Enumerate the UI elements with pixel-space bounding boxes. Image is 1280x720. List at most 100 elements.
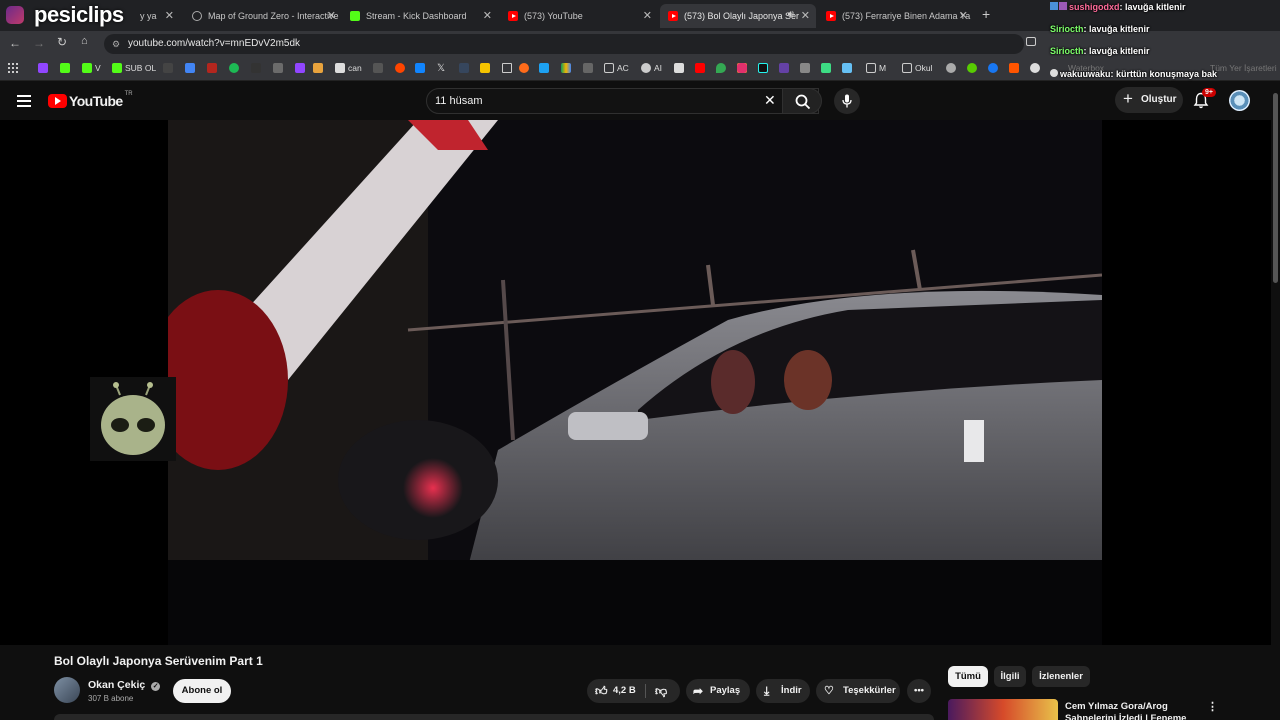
translate-bookmark-icon[interactable] — [185, 63, 195, 73]
close-icon[interactable]: ✕ — [483, 9, 492, 22]
bookmark-icon[interactable] — [674, 63, 684, 73]
bookmark-icon[interactable] — [967, 63, 977, 73]
download-button[interactable]: ⤓ İndir — [756, 679, 810, 703]
video-player[interactable] — [0, 120, 1271, 645]
subscribe-button[interactable]: Abone ol — [173, 679, 231, 703]
reload-icon[interactable]: ↻ — [57, 35, 67, 49]
channel-avatar[interactable] — [54, 677, 80, 703]
thanks-button[interactable]: ♡ Teşekkürler — [816, 679, 900, 703]
menu-hamburger-icon[interactable] — [17, 95, 31, 107]
video-frame[interactable] — [168, 120, 1102, 645]
install-app-icon[interactable] — [1026, 37, 1036, 46]
youtube-logo[interactable]: YouTube TR — [48, 91, 133, 109]
search-button[interactable] — [782, 88, 822, 114]
like-button[interactable]: 👍︎ 4,2 B — [587, 679, 643, 703]
bookmark-icon[interactable] — [800, 63, 810, 73]
page-scrollbar[interactable] — [1271, 81, 1280, 720]
related-video-title-line2[interactable]: Sahnelerini İzledi | Feneme — [1065, 713, 1195, 720]
close-icon[interactable]: ✕ — [165, 9, 174, 22]
drive-bookmark-icon[interactable] — [561, 63, 571, 73]
more-vertical-icon[interactable]: ⋮ — [1207, 700, 1218, 713]
chip-watched[interactable]: İzlenenler — [1032, 666, 1090, 687]
apps-grid-icon[interactable] — [8, 63, 18, 73]
bookmark-icon[interactable] — [583, 63, 593, 73]
chip-all[interactable]: Tümü — [948, 666, 988, 687]
scrollbar-thumb[interactable] — [1273, 93, 1278, 283]
bookmark-label: Okul — [915, 63, 933, 73]
browser-tab[interactable]: Stream - Kick Dashboard ✕ — [342, 4, 498, 28]
search-input[interactable]: 11 hüsam — [426, 88, 819, 114]
voice-search-button[interactable] — [834, 88, 860, 114]
steam-bookmark-icon[interactable] — [842, 63, 852, 73]
more-actions-button[interactable]: ••• — [907, 679, 931, 703]
close-icon[interactable]: ✕ — [327, 9, 336, 22]
bluesky-bookmark-icon[interactable] — [415, 63, 425, 73]
reddit-bookmark-icon[interactable] — [395, 63, 405, 73]
tab-title: Stream - Kick Dashboard — [366, 11, 467, 21]
share-label: Paylaş — [710, 685, 741, 696]
folder-icon[interactable] — [502, 63, 512, 73]
bookmark-icon[interactable] — [373, 63, 383, 73]
bookmark-icon[interactable] — [821, 63, 831, 73]
bookmark-v[interactable]: V — [82, 63, 101, 73]
share-button[interactable]: ➦ Paylaş — [686, 679, 750, 703]
create-button[interactable]: + Oluştur — [1115, 87, 1183, 113]
notion-icon — [335, 63, 345, 73]
bookmark-icon[interactable] — [779, 63, 789, 73]
bookmark-folder-okul[interactable]: Okul — [902, 63, 932, 73]
soundcloud-bookmark-icon[interactable] — [1009, 63, 1019, 73]
bookmark-icon[interactable] — [519, 63, 529, 73]
browser-tab[interactable]: (573) Ferrariye Binen Adama Ya ✕ — [818, 4, 974, 28]
home-icon[interactable]: ⌂ — [81, 35, 88, 47]
bookmark-folder-m[interactable]: M — [866, 63, 886, 73]
bookmark-icon[interactable] — [251, 63, 261, 73]
facebook-bookmark-icon[interactable] — [988, 63, 998, 73]
close-icon[interactable]: ✕ — [801, 9, 810, 22]
speaker-icon[interactable]: 🔊︎ — [788, 9, 794, 20]
back-arrow-icon[interactable]: ← — [9, 36, 21, 50]
twitch-bookmark-icon[interactable] — [38, 63, 48, 73]
browser-tab[interactable]: (573) YouTube ✕ — [500, 4, 658, 28]
kick-bookmark-icon[interactable] — [60, 63, 70, 73]
notifications-button[interactable]: 9+ — [1193, 88, 1216, 114]
browser-tab[interactable]: Map of Ground Zero - Interactive ✕ — [184, 4, 342, 28]
tiktok-bookmark-icon[interactable] — [758, 63, 768, 73]
stream-logo-overlay: pesiclips — [4, 0, 154, 31]
twitch-bookmark-icon[interactable] — [295, 63, 305, 73]
x-bookmark-icon[interactable]: 𝕏 — [437, 63, 445, 74]
download-icon: ⤓ — [764, 684, 770, 698]
bookmark-icon[interactable] — [695, 63, 705, 73]
bookmark-sub-ol[interactable]: SUB OL — [112, 63, 156, 73]
clear-search-icon[interactable]: ✕ — [764, 92, 776, 109]
close-icon[interactable]: ✕ — [643, 9, 652, 22]
bookmark-folder-ac[interactable]: AC — [604, 63, 629, 73]
new-tab-icon[interactable]: + — [982, 6, 990, 22]
instagram-bookmark-icon[interactable] — [737, 63, 747, 73]
spotify-bookmark-icon[interactable] — [229, 63, 239, 73]
channel-name[interactable]: Okan Çekiç ✓ — [88, 679, 161, 691]
apple-bookmark-icon[interactable] — [946, 63, 956, 73]
close-icon[interactable]: ✕ — [959, 9, 968, 22]
address-bar[interactable]: ⚙ youtube.com/watch?v=mnEDvV2m5dk — [104, 34, 1024, 54]
bookmark-icon[interactable] — [207, 63, 217, 73]
video-thumbnail[interactable] — [948, 699, 1058, 720]
dislike-button[interactable]: 👎︎ — [649, 679, 679, 703]
bookmark-icon[interactable] — [539, 63, 549, 73]
forward-arrow-icon[interactable]: → — [33, 36, 45, 50]
related-video-title[interactable]: Cem Yılmaz Gora/Arog — [1065, 701, 1168, 712]
description-box[interactable] — [54, 714, 934, 720]
bookmark-ai[interactable]: AI — [641, 63, 662, 73]
bookmark-icon[interactable] — [313, 63, 323, 73]
chat-username: Siriocth — [1050, 24, 1084, 34]
bookmark-can[interactable]: can — [335, 63, 362, 73]
bookmark-icon[interactable] — [480, 63, 490, 73]
site-info-icon[interactable]: ⚙ — [112, 34, 120, 54]
browser-tab-active[interactable]: (573) Bol Olaylı Japonya Ser 🔊︎ ✕ — [660, 4, 816, 28]
chip-related[interactable]: İlgili — [994, 666, 1026, 687]
maps-bookmark-icon[interactable] — [716, 63, 726, 73]
account-avatar[interactable] — [1229, 90, 1250, 111]
bookmark-icon[interactable] — [273, 63, 283, 73]
github-bookmark-icon[interactable] — [1030, 63, 1040, 73]
bookmark-icon[interactable] — [163, 63, 173, 73]
tumblr-bookmark-icon[interactable] — [459, 63, 469, 73]
